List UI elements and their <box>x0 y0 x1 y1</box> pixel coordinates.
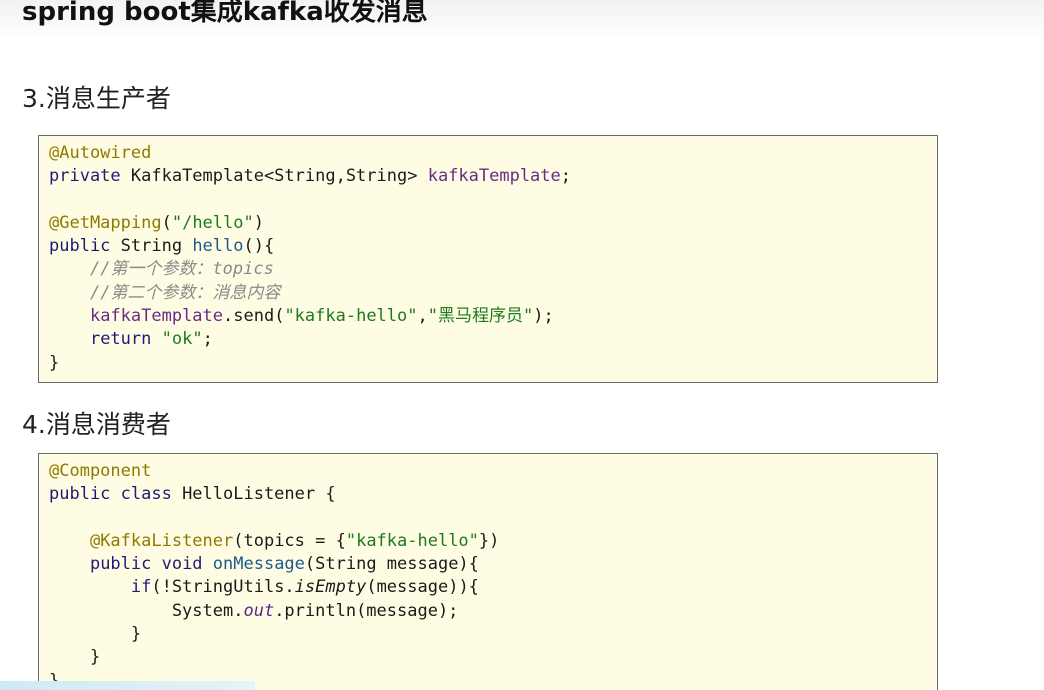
code-token: .send( <box>223 306 285 327</box>
code-token: System. <box>49 600 244 621</box>
code-token: @Autowired <box>49 143 152 163</box>
code-token: public class <box>49 484 183 505</box>
code-token: (){ <box>243 236 275 257</box>
code-token: @KafkaListener <box>89 530 234 551</box>
code-token: , <box>417 306 428 327</box>
code-line: @KafkaListener(topics = {"kafka-hello"}) <box>49 530 927 553</box>
code-token: "kafka-hello" <box>284 306 418 327</box>
code-token: kafkaTemplate <box>427 166 561 187</box>
code-token: }) <box>478 530 500 551</box>
code-line: System.out.println(message); <box>49 600 927 623</box>
code-token: (topics = { <box>233 530 346 551</box>
code-token: ; <box>202 329 213 350</box>
code-token: isEmpty <box>294 577 367 598</box>
code-line: public void onMessage(String message){ <box>49 553 927 576</box>
code-block-producer: @Autowired private KafkaTemplate<String,S… <box>38 135 938 383</box>
code-block-consumer: @Component public class HelloListener { @… <box>38 453 938 690</box>
code-token: } <box>49 624 142 645</box>
code-token: "kafka-hello" <box>345 530 479 551</box>
code-token: if <box>130 577 152 598</box>
code-line: } <box>49 646 927 669</box>
code-line: @Component <box>49 460 927 483</box>
code-token: hello <box>192 236 244 257</box>
code-line: } <box>49 623 927 646</box>
code-token: } <box>49 352 60 373</box>
code-token: @GetMapping <box>49 212 162 233</box>
code-token: ) <box>253 212 264 233</box>
code-token: (String message){ <box>304 554 479 575</box>
code-token: .println(message); <box>274 600 459 621</box>
code-line: return "ok"; <box>49 328 927 351</box>
code-token: public <box>49 236 121 257</box>
code-line: //第一个参数：topics <box>49 258 927 281</box>
code-token: //第二个参数：消息内容 <box>89 282 281 303</box>
code-token: out <box>243 600 275 621</box>
code-token: kafkaTemplate <box>89 306 224 327</box>
code-token: (message)){ <box>366 577 479 598</box>
code-token: ); <box>533 306 554 327</box>
code-token: "ok" <box>161 329 203 350</box>
code-token: return <box>89 329 162 350</box>
code-token: HelloListener { <box>182 484 336 505</box>
code-line: if(!StringUtils.isEmpty(message)){ <box>49 576 927 599</box>
code-line: @GetMapping("/hello") <box>49 212 927 235</box>
section-heading-producer: 3.消息生产者 <box>22 84 171 113</box>
code-line: } <box>49 352 927 375</box>
code-line: kafkaTemplate.send("kafka-hello","黑马程序员"… <box>49 305 927 328</box>
code-token: String <box>120 236 193 257</box>
page-title: spring boot集成kafka收发消息 <box>22 0 428 27</box>
code-token: ( <box>161 212 172 233</box>
code-token: KafkaTemplate<String,String> <box>130 166 428 187</box>
code-token: //第一个参数：topics <box>89 259 274 280</box>
code-token: "/hello" <box>171 212 254 233</box>
code-line: public class HelloListener { <box>49 483 927 506</box>
code-token: public void <box>89 554 213 575</box>
code-token: private <box>49 166 131 187</box>
code-token: onMessage <box>212 554 305 575</box>
section-heading-consumer: 4.消息消费者 <box>22 410 171 439</box>
code-token: ; <box>560 166 572 187</box>
bottom-overlay-strip <box>0 681 255 690</box>
code-line: //第二个参数：消息内容 <box>49 282 927 305</box>
code-line: @Autowired <box>49 142 927 165</box>
code-line: public String hello(){ <box>49 235 927 258</box>
code-token: } <box>49 647 101 668</box>
code-token: @Component <box>49 461 152 481</box>
code-token: "黑马程序员" <box>427 306 534 327</box>
code-token: (!StringUtils. <box>151 577 295 598</box>
code-line: private KafkaTemplate<String,String> kaf… <box>49 165 927 188</box>
